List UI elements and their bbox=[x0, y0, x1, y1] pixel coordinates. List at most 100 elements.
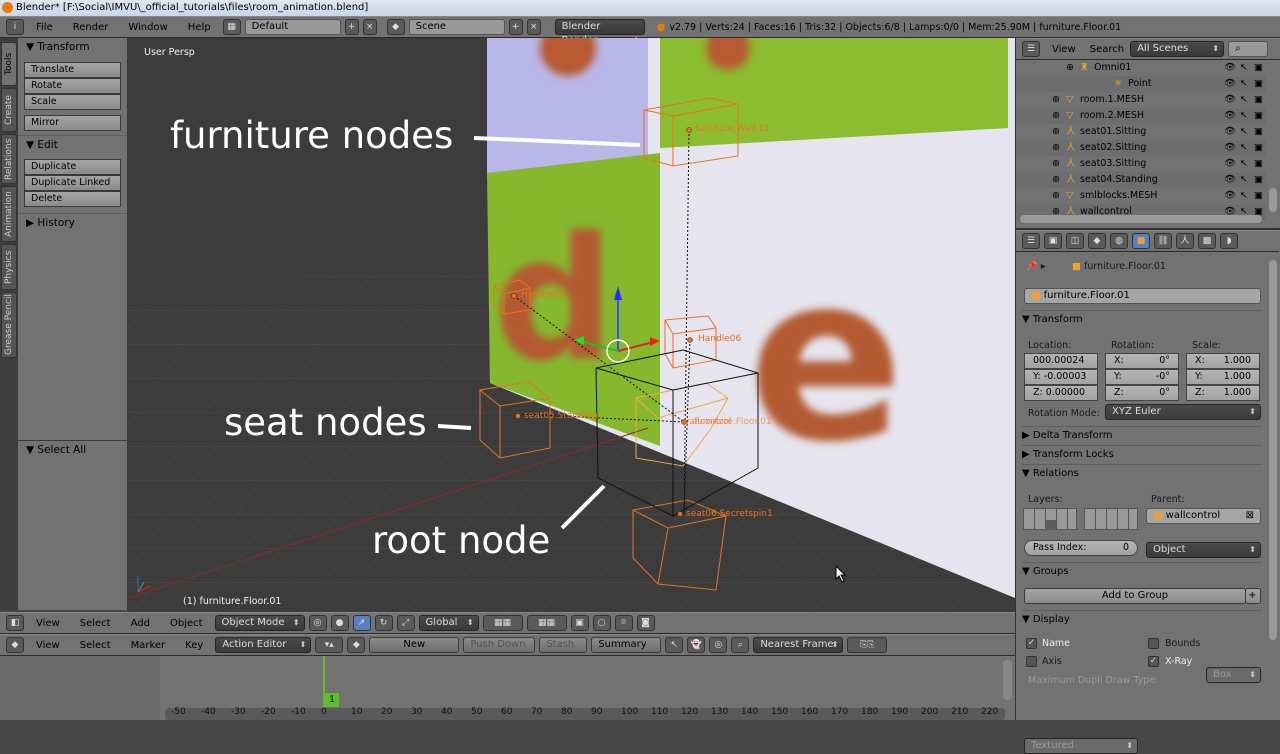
selectability-icon[interactable]: ↖ bbox=[1240, 172, 1248, 188]
outliner-row[interactable]: ⊕ 人 seat04.Standing 👁 ↖ ▣ bbox=[1016, 172, 1266, 188]
add-scene-icon[interactable]: + bbox=[508, 19, 523, 35]
groups-header[interactable]: ▼ Groups bbox=[1022, 562, 1262, 580]
display-mode-select[interactable]: All Scenes bbox=[1130, 41, 1225, 57]
mode-select[interactable]: Object Mode bbox=[214, 615, 305, 631]
renderability-icon[interactable]: ▣ bbox=[1254, 156, 1263, 172]
summary-toggle[interactable]: Summary bbox=[591, 637, 662, 653]
screen-layout-icon[interactable]: ▦ bbox=[222, 19, 241, 35]
visibility-eye-icon[interactable]: 👁 bbox=[1224, 92, 1236, 108]
menu-select[interactable]: Select bbox=[72, 640, 119, 651]
scale-field[interactable]: Y: 1.000 bbox=[1186, 369, 1260, 385]
layers-grid-a[interactable] bbox=[1023, 508, 1077, 530]
shading-icon[interactable]: ● bbox=[330, 615, 349, 631]
location-field[interactable]: Z: 0.00000 bbox=[1024, 385, 1098, 401]
object-name-field[interactable]: ■ furniture.Floor.01 bbox=[1024, 288, 1261, 304]
dopesheet-editor-icon[interactable]: ◆ bbox=[6, 637, 24, 653]
clear-parent-icon[interactable]: ⊠ bbox=[1246, 509, 1254, 523]
renderability-icon[interactable]: ▣ bbox=[1254, 108, 1263, 124]
visibility-eye-icon[interactable]: 👁 bbox=[1224, 60, 1236, 76]
search-field[interactable]: ⌕ bbox=[1228, 41, 1269, 57]
bounds-type-select[interactable]: Box bbox=[1206, 667, 1261, 683]
parent-type-select[interactable]: Object bbox=[1146, 542, 1261, 558]
menu-object[interactable]: Object bbox=[162, 618, 211, 629]
outliner-row[interactable]: ⊕ 人 seat02.Sitting 👁 ↖ ▣ bbox=[1016, 140, 1266, 156]
selectability-icon[interactable]: ↖ bbox=[1240, 92, 1248, 108]
visibility-eye-icon[interactable]: 👁 bbox=[1224, 188, 1236, 204]
renderability-icon[interactable]: ▣ bbox=[1254, 76, 1263, 92]
duplicate-linked-button[interactable]: Duplicate Linked bbox=[24, 175, 121, 191]
only-selected-icon[interactable]: ↖ bbox=[665, 637, 684, 653]
tab-layers-icon[interactable]: ◫ bbox=[1066, 233, 1084, 249]
copy-paste-keys-icon[interactable]: ⎘⎘ bbox=[847, 637, 888, 653]
translate-button[interactable]: Translate bbox=[24, 62, 121, 78]
add-layout-icon[interactable]: + bbox=[344, 19, 359, 35]
operator-panel-header[interactable]: ▼ Select All bbox=[18, 440, 128, 458]
action-editor-area[interactable]: 1 -50 -40 -30 -20 -10 0 10 20 30 40 50 60 70 80 90 100 1… bbox=[0, 656, 1015, 720]
menu-view[interactable]: View bbox=[28, 640, 68, 651]
relations-header[interactable]: ▼ Relations bbox=[1022, 464, 1262, 482]
tab-physics[interactable]: Physics bbox=[1, 244, 17, 290]
renderability-icon[interactable]: ▣ bbox=[1254, 92, 1263, 108]
mirror-button[interactable]: Mirror bbox=[24, 115, 121, 131]
action-browse-icon[interactable]: ◆ bbox=[347, 637, 366, 653]
selectability-icon[interactable]: ↖ bbox=[1240, 76, 1248, 92]
manipulator-icon[interactable]: ↗ bbox=[352, 615, 371, 631]
layers-grid-2[interactable]: ▦▦ bbox=[526, 615, 567, 631]
properties-editor-icon[interactable]: ☰ bbox=[1022, 233, 1040, 249]
tab-texture-icon[interactable]: ▩ bbox=[1198, 233, 1216, 249]
pin-icon[interactable]: 📌 ▸ bbox=[1026, 261, 1046, 272]
remove-layout-icon[interactable]: × bbox=[362, 19, 377, 35]
tab-tools[interactable]: Tools bbox=[1, 42, 17, 86]
pass-index-field[interactable]: Pass Index: 0 bbox=[1024, 540, 1138, 556]
proportional-icon[interactable]: ○ bbox=[592, 615, 611, 631]
visibility-eye-icon[interactable]: 👁 bbox=[1224, 172, 1236, 188]
menu-select[interactable]: Select bbox=[72, 618, 119, 629]
add-to-group-button[interactable]: Add to Group bbox=[1024, 588, 1246, 604]
stash-button[interactable]: Stash bbox=[539, 637, 588, 653]
menu-marker[interactable]: Marker bbox=[123, 640, 174, 651]
transform-panel-header[interactable]: ▼ Transform bbox=[18, 38, 127, 56]
menu-view[interactable]: View bbox=[1044, 44, 1084, 55]
layers-grid-b[interactable] bbox=[1084, 508, 1138, 530]
outliner-row[interactable]: ⊕ 人 seat01.Sitting 👁 ↖ ▣ bbox=[1016, 124, 1266, 140]
layer-arrows-icon[interactable]: ▾▴ bbox=[315, 637, 344, 653]
edit-panel-header[interactable]: ▼ Edit bbox=[18, 135, 127, 153]
rotation-mode-select[interactable]: XYZ Euler bbox=[1105, 404, 1261, 420]
editor-mode-select[interactable]: Action Editor bbox=[215, 637, 312, 653]
rotation-field[interactable]: X: 0° bbox=[1105, 353, 1179, 369]
outliner-editor-icon[interactable]: ☰ bbox=[1022, 41, 1040, 57]
renderability-icon[interactable]: ▣ bbox=[1254, 140, 1263, 156]
3d-view-editor-icon[interactable]: ◧ bbox=[6, 615, 24, 631]
outliner-row[interactable]: ⊕ ♜ Omni01 👁 ↖ ▣ bbox=[1016, 60, 1266, 76]
expand-icon[interactable]: ⊕ bbox=[1052, 108, 1060, 124]
rotation-field[interactable]: Y: -0° bbox=[1105, 369, 1179, 385]
delta-transform-header[interactable]: ▶ Delta Transform bbox=[1022, 426, 1262, 444]
selectability-icon[interactable]: ↖ bbox=[1240, 156, 1248, 172]
history-panel-header[interactable]: ▶ History bbox=[18, 213, 127, 231]
expand-icon[interactable]: ⊕ bbox=[1052, 172, 1060, 188]
menu-help[interactable]: Help bbox=[180, 22, 219, 33]
3d-viewport[interactable]: d e furniture.Wall.11 Handle05 Handle06 … bbox=[128, 38, 1015, 612]
frame-ruler[interactable]: -50 -40 -30 -20 -10 0 10 20 30 40 50 60 70 80 90 100 110… bbox=[165, 707, 1005, 720]
filter-search-icon[interactable]: ⌕ bbox=[731, 637, 750, 653]
errors-icon[interactable]: ◎ bbox=[709, 637, 728, 653]
selectability-icon[interactable]: ↖ bbox=[1240, 60, 1248, 76]
info-editor-icon[interactable]: i bbox=[6, 19, 24, 35]
outliner-hscrollbar[interactable] bbox=[1020, 215, 1262, 223]
visibility-eye-icon[interactable]: 👁 bbox=[1224, 124, 1236, 140]
transform-section-header[interactable]: ▼ Transform bbox=[1022, 310, 1262, 328]
bounds-checkbox[interactable] bbox=[1148, 638, 1159, 649]
tab-object-icon[interactable]: ■ bbox=[1132, 233, 1150, 249]
layers-grid[interactable]: ▦▦ bbox=[482, 615, 523, 631]
name-checkbox[interactable]: ✓ bbox=[1026, 638, 1037, 649]
scale-field[interactable]: X: 1.000 bbox=[1186, 353, 1260, 369]
outliner-row[interactable]: ⊕ ▽ smlblocks.MESH 👁 ↖ ▣ bbox=[1016, 188, 1266, 204]
expand-icon[interactable]: ⊕ bbox=[1052, 140, 1060, 156]
transform-locks-header[interactable]: ▶ Transform Locks bbox=[1022, 445, 1262, 463]
menu-search[interactable]: Search bbox=[1088, 44, 1126, 55]
render-engine-select[interactable]: Blender Render bbox=[554, 19, 645, 48]
layout-field[interactable]: Default bbox=[244, 19, 341, 35]
viewport-canvas[interactable]: d e furniture.Wall.11 Handle05 Handle06 … bbox=[128, 38, 1015, 612]
outliner-row[interactable]: ⊕ ▽ room.2.MESH 👁 ↖ ▣ bbox=[1016, 108, 1266, 124]
delete-button[interactable]: Delete bbox=[24, 191, 121, 207]
